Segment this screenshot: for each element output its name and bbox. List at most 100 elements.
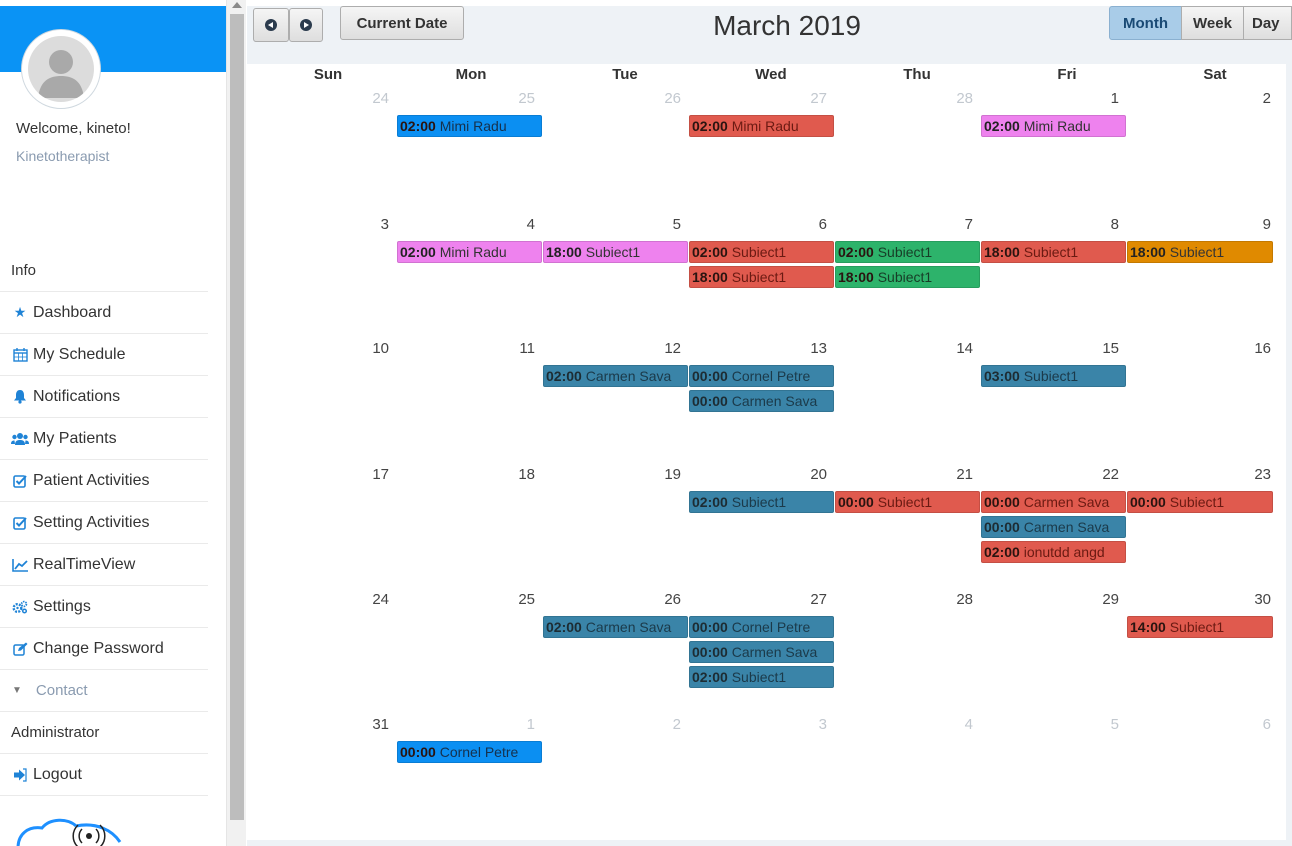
day-number[interactable]: 8	[979, 216, 1119, 233]
day-number[interactable]: 16	[1131, 340, 1271, 357]
sidebar-item-my-schedule[interactable]: My Schedule	[0, 334, 208, 376]
day-number[interactable]: 4	[833, 716, 973, 733]
day-number[interactable]: 12	[541, 340, 681, 357]
sidebar-item-settings[interactable]: Settings	[0, 586, 208, 628]
calendar-event[interactable]: 02:00 Mimi Radu	[397, 241, 542, 263]
day-number[interactable]: 17	[249, 466, 389, 483]
day-number[interactable]: 30	[1131, 591, 1271, 608]
calendar-event[interactable]: 02:00 Subiect1	[689, 666, 834, 688]
sidebar-item-contact[interactable]: ▼ Contact	[0, 670, 208, 712]
scrollbar-thumb[interactable]	[230, 14, 244, 820]
sidebar-item-logout[interactable]: Logout	[0, 754, 208, 796]
calendar-event[interactable]: 00:00 Carmen Sava	[689, 641, 834, 663]
sidebar-item-setting-activities[interactable]: Setting Activities	[0, 502, 208, 544]
day-number[interactable]: 23	[1131, 466, 1271, 483]
day-number[interactable]: 10	[249, 340, 389, 357]
day-number[interactable]: 3	[249, 216, 389, 233]
day-number[interactable]: 27	[687, 90, 827, 107]
avatar[interactable]	[22, 30, 100, 108]
sidebar-item-patient-activities[interactable]: Patient Activities	[0, 460, 208, 502]
day-number[interactable]: 24	[249, 591, 389, 608]
event-title: Mimi Radu	[439, 118, 507, 134]
checkbox-icon	[11, 515, 29, 531]
day-number[interactable]: 11	[395, 340, 535, 357]
calendar-event[interactable]: 02:00 Mimi Radu	[689, 115, 834, 137]
day-number[interactable]: 3	[687, 716, 827, 733]
day-view-button[interactable]: Day	[1243, 6, 1292, 40]
calendar-event[interactable]: 02:00 Carmen Sava	[543, 365, 688, 387]
day-number[interactable]: 9	[1131, 216, 1271, 233]
day-number[interactable]: 14	[833, 340, 973, 357]
calendar-event[interactable]: 00:00 Subiect1	[1127, 491, 1273, 513]
day-number[interactable]: 21	[833, 466, 973, 483]
day-number[interactable]: 13	[687, 340, 827, 357]
next-month-button[interactable]	[289, 8, 323, 42]
event-title: Carmen Sava	[585, 368, 672, 384]
calendar-event[interactable]: 02:00 ionutdd angd	[981, 541, 1126, 563]
day-number[interactable]: 26	[541, 591, 681, 608]
calendar-event[interactable]: 18:00 Subiect1	[1127, 241, 1273, 263]
day-number[interactable]: 5	[541, 216, 681, 233]
day-number[interactable]: 28	[833, 90, 973, 107]
day-number[interactable]: 4	[395, 216, 535, 233]
calendar-event[interactable]: 02:00 Subiect1	[689, 491, 834, 513]
sidebar-item-change-password[interactable]: Change Password	[0, 628, 208, 670]
event-time: 00:00	[692, 619, 728, 635]
day-number[interactable]: 22	[979, 466, 1119, 483]
sidebar-item-notifications[interactable]: Notifications	[0, 376, 208, 418]
sidebar-item-dashboard[interactable]: ★ Dashboard	[0, 292, 208, 334]
day-number[interactable]: 6	[687, 216, 827, 233]
prev-month-button[interactable]	[253, 8, 289, 42]
day-number[interactable]: 7	[833, 216, 973, 233]
administrator-label: Administrator	[11, 724, 100, 741]
day-number[interactable]: 6	[1131, 716, 1271, 733]
day-number[interactable]: 19	[541, 466, 681, 483]
sidebar-item-my-patients[interactable]: My Patients	[0, 418, 208, 460]
day-number[interactable]: 1	[979, 90, 1119, 107]
scroll-up-arrow-icon[interactable]	[232, 2, 242, 8]
day-number[interactable]: 29	[979, 591, 1119, 608]
calendar-event[interactable]: 02:00 Mimi Radu	[981, 115, 1126, 137]
day-number[interactable]: 26	[541, 90, 681, 107]
day-number[interactable]: 15	[979, 340, 1119, 357]
calendar-event[interactable]: 00:00 Cornel Petre	[397, 741, 542, 763]
calendar-event[interactable]: 02:00 Carmen Sava	[543, 616, 688, 638]
calendar-event[interactable]: 00:00 Cornel Petre	[689, 365, 834, 387]
event-time: 00:00	[692, 393, 728, 409]
sidebar-item-label: Change Password	[33, 639, 164, 657]
day-number[interactable]: 2	[541, 716, 681, 733]
calendar-event[interactable]: 00:00 Carmen Sava	[689, 390, 834, 412]
calendar-event[interactable]: 18:00 Subiect1	[835, 266, 980, 288]
calendar-event[interactable]: 00:00 Carmen Sava	[981, 516, 1126, 538]
month-view-button[interactable]: Month	[1109, 6, 1182, 40]
day-number[interactable]: 2	[1131, 90, 1271, 107]
calendar-event[interactable]: 14:00 Subiect1	[1127, 616, 1273, 638]
calendar-event[interactable]: 02:00 Subiect1	[689, 241, 834, 263]
sidebar-item-label: My Patients	[33, 429, 117, 447]
day-number[interactable]: 27	[687, 591, 827, 608]
sidebar-item-realtimeview[interactable]: RealTimeView	[0, 544, 208, 586]
day-number[interactable]: 24	[249, 90, 389, 107]
week-view-button[interactable]: Week	[1181, 6, 1244, 40]
calendar-event[interactable]: 02:00 Mimi Radu	[397, 115, 542, 137]
page-scrollbar[interactable]	[226, 0, 246, 846]
day-number[interactable]: 5	[979, 716, 1119, 733]
day-number[interactable]: 28	[833, 591, 973, 608]
day-number[interactable]: 25	[395, 90, 535, 107]
day-number[interactable]: 25	[395, 591, 535, 608]
calendar-event[interactable]: 00:00 Subiect1	[835, 491, 980, 513]
day-number[interactable]: 31	[249, 716, 389, 733]
calendar-event[interactable]: 18:00 Subiect1	[689, 266, 834, 288]
calendar-event[interactable]: 18:00 Subiect1	[981, 241, 1126, 263]
calendar-event[interactable]: 02:00 Subiect1	[835, 241, 980, 263]
current-date-button[interactable]: Current Date	[340, 6, 464, 40]
calendar-event[interactable]: 00:00 Cornel Petre	[689, 616, 834, 638]
day-number[interactable]: 1	[395, 716, 535, 733]
calendar-event[interactable]: 00:00 Carmen Sava	[981, 491, 1126, 513]
weekday-header: Wed	[755, 66, 787, 83]
event-time: 18:00	[1130, 244, 1166, 260]
calendar-event[interactable]: 03:00 Subiect1	[981, 365, 1126, 387]
calendar-event[interactable]: 18:00 Subiect1	[543, 241, 688, 263]
day-number[interactable]: 18	[395, 466, 535, 483]
day-number[interactable]: 20	[687, 466, 827, 483]
